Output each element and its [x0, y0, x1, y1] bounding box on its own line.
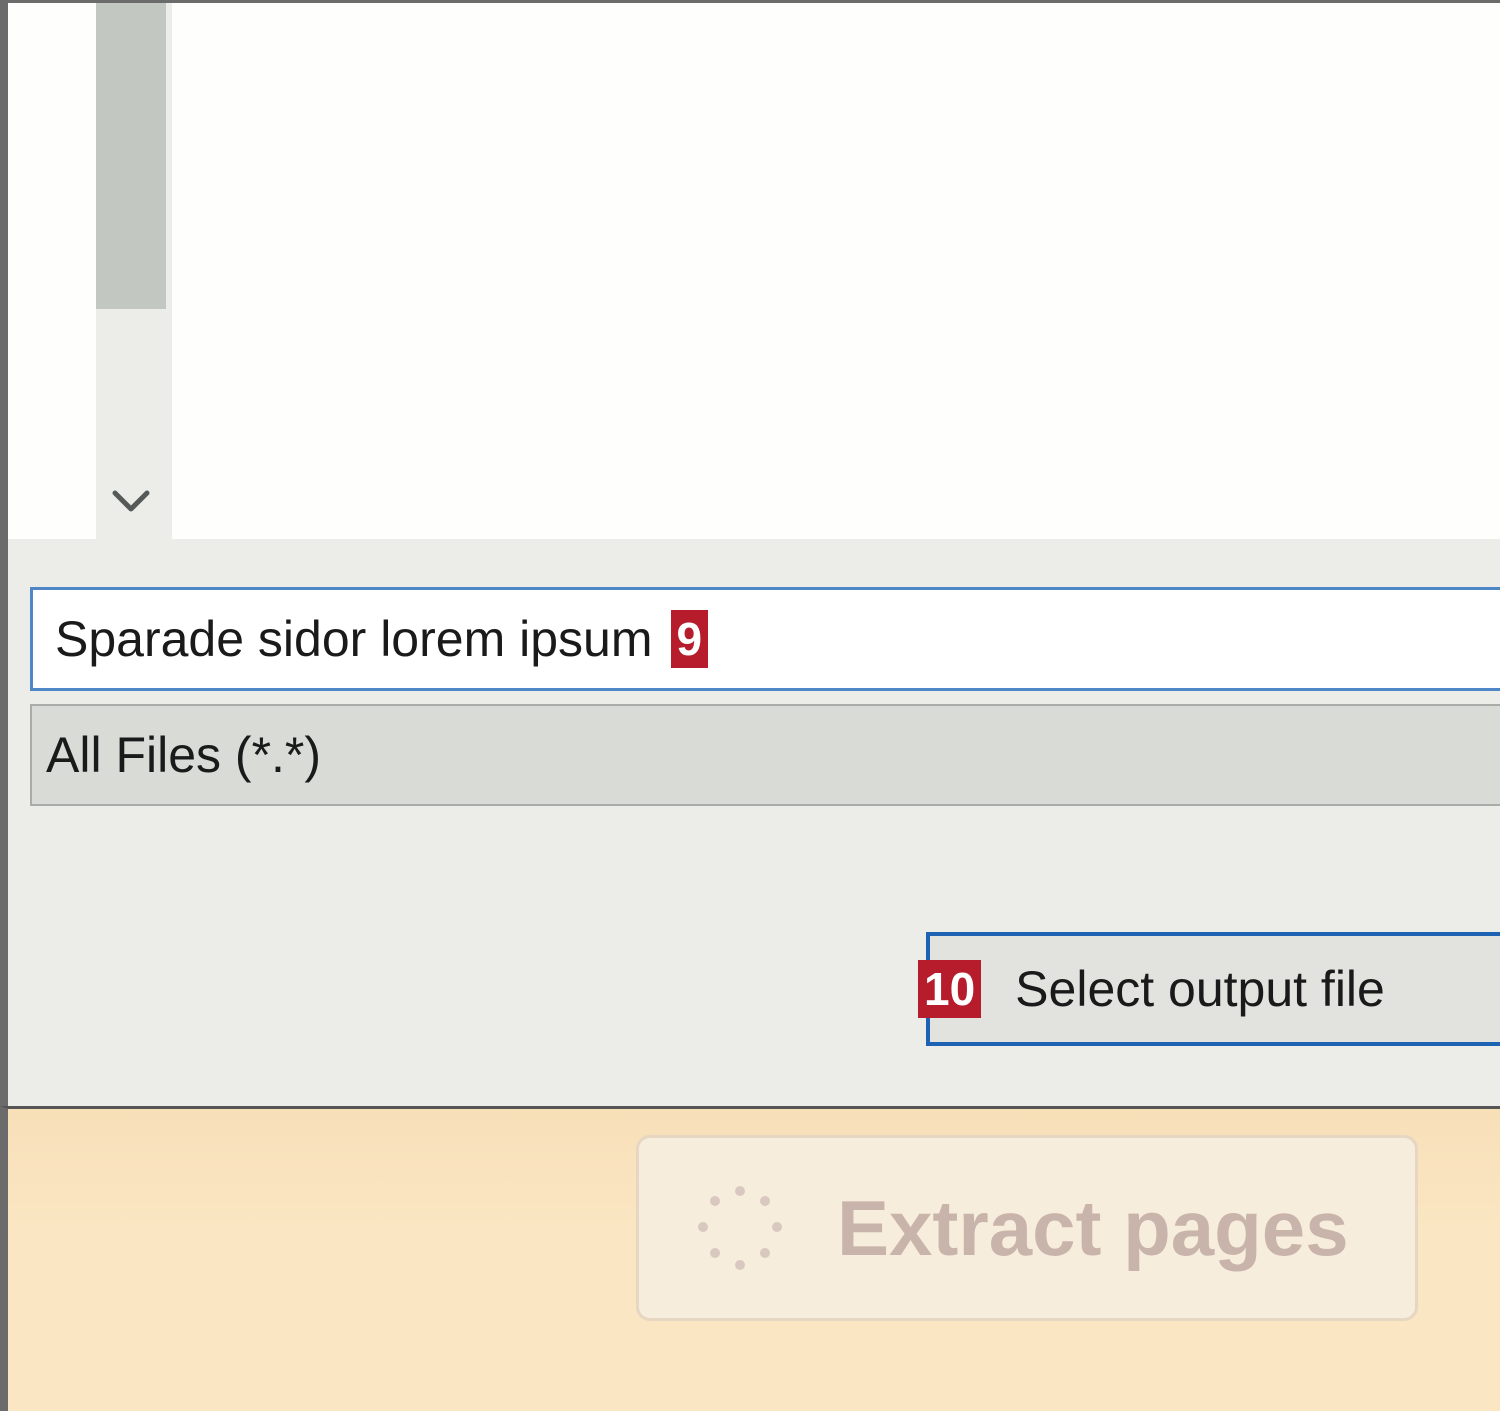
filename-input[interactable]: Sparade sidor lorem ipsum 9 — [30, 587, 1500, 691]
file-type-select[interactable]: All Files (*.*) — [30, 704, 1500, 806]
file-type-value: All Files (*.*) — [46, 727, 322, 783]
action-bar: Extract pages — [0, 1106, 1500, 1411]
scroll-down-button[interactable] — [96, 473, 166, 529]
select-output-file-button[interactable]: 10 Select output file — [918, 932, 1500, 1046]
annotation-badge: 9 — [670, 610, 709, 668]
select-output-file-label: Select output file — [1015, 961, 1385, 1017]
file-list-pane[interactable] — [8, 3, 1500, 539]
vertical-scrollbar[interactable] — [96, 3, 172, 539]
chevron-down-icon — [112, 490, 150, 512]
spinner-icon — [698, 1186, 782, 1270]
scrollbar-thumb[interactable] — [96, 3, 166, 309]
filename-value: Sparade sidor lorem ipsum — [55, 611, 653, 667]
extract-pages-button[interactable]: Extract pages — [636, 1135, 1418, 1321]
file-save-dialog: Sparade sidor lorem ipsum 9 All Files (*… — [0, 0, 1500, 1106]
annotation-badge: 10 — [918, 960, 982, 1018]
extract-pages-label: Extract pages — [837, 1183, 1349, 1272]
